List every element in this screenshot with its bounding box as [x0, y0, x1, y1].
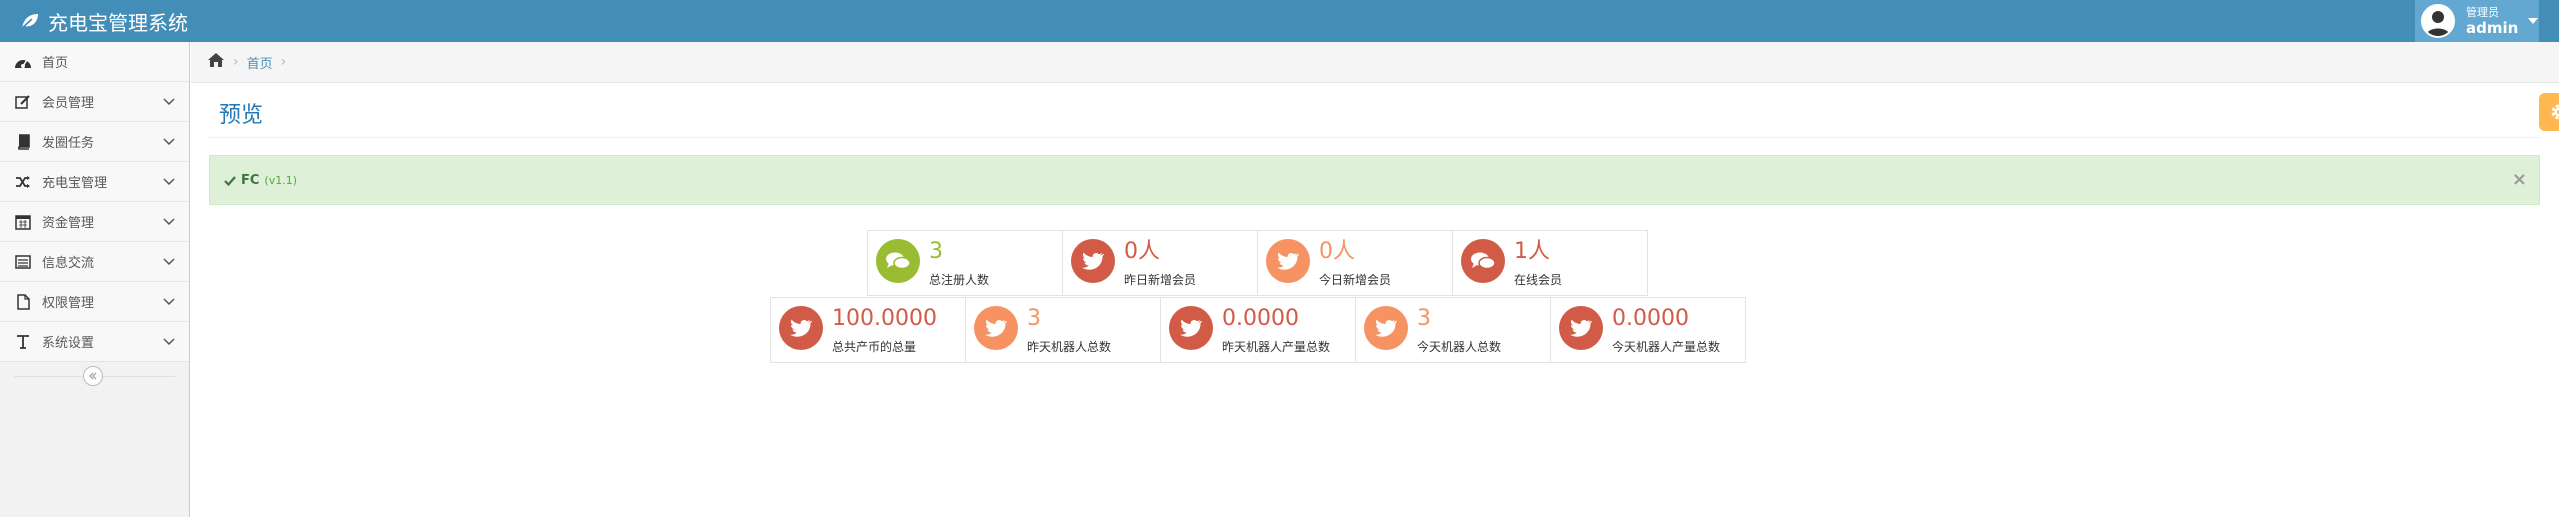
text-icon [12, 334, 34, 350]
sidebar-item-label: 信息交流 [42, 256, 95, 271]
comments-icon [876, 239, 920, 283]
sidebar-item-label: 充电宝管理 [42, 176, 108, 191]
twitter-icon [779, 306, 823, 350]
shuffle-icon [12, 175, 34, 189]
comments-icon [1461, 239, 1505, 283]
sidebar-item-home[interactable]: 首页 [0, 42, 189, 82]
leaf-icon [20, 14, 38, 30]
stat-total-registered: 3 总注册人数 [867, 230, 1063, 296]
stat-value: 3 [1417, 306, 1431, 331]
chevron-down-icon [163, 258, 175, 266]
stat-value: 100.0000 [832, 306, 937, 331]
stat-value: 0.0000 [1612, 306, 1689, 331]
check-icon [224, 175, 236, 186]
alert-text: FC [241, 172, 260, 188]
stat-label: 昨日新增会员 [1124, 273, 1197, 287]
sidebar-item-label: 权限管理 [42, 296, 95, 311]
breadcrumb-home-link[interactable]: 首页 [247, 53, 273, 72]
dashboard-icon [12, 55, 34, 69]
chevron-down-icon [163, 178, 175, 186]
user-menu[interactable]: 管理员 admin [2415, 0, 2539, 42]
twitter-icon [1559, 306, 1603, 350]
sidebar-item-label: 会员管理 [42, 96, 95, 111]
user-role: 管理员 [2466, 5, 2499, 19]
chevron-down-icon [163, 138, 175, 146]
top-navbar: 充电宝管理系统 管理员 admin [0, 0, 2559, 42]
home-icon[interactable] [207, 52, 225, 72]
avatar [2421, 4, 2455, 38]
stat-value: 0人 [1124, 239, 1160, 264]
breadcrumb: › 首页 › [191, 42, 2559, 83]
stat-today-robot-output: 0.0000 今天机器人产量总数 [1550, 297, 1746, 363]
sidebar: 首页 会员管理 发圈任务 充电宝管理 资金管理 信息交流 权限管理 系统设置 [0, 42, 190, 517]
stat-value: 0人 [1319, 239, 1355, 264]
twitter-icon [974, 306, 1018, 350]
ace-settings-button[interactable] [2539, 93, 2559, 131]
stat-label: 今天机器人产量总数 [1612, 340, 1721, 354]
sidebar-collapse-button[interactable] [83, 366, 103, 386]
user-icon [2426, 11, 2450, 36]
twitter-icon [1266, 239, 1310, 283]
sidebar-item-tasks[interactable]: 发圈任务 [0, 122, 189, 162]
sidebar-item-label: 资金管理 [42, 216, 95, 231]
stat-yesterday-new-members: 0人 昨日新增会员 [1062, 230, 1258, 296]
stat-value: 0.0000 [1222, 306, 1299, 331]
gear-icon [2551, 104, 2559, 120]
sidebar-item-funds[interactable]: 资金管理 [0, 202, 189, 242]
stat-label: 昨天机器人产量总数 [1222, 340, 1331, 354]
app-title: 充电宝管理系统 [48, 10, 188, 35]
stat-label: 昨天机器人总数 [1027, 340, 1112, 354]
twitter-icon [1169, 306, 1213, 350]
stat-value: 3 [929, 239, 943, 264]
stat-label: 今天机器人总数 [1417, 340, 1502, 354]
book-icon [12, 133, 34, 150]
sidebar-item-powerbank[interactable]: 充电宝管理 [0, 162, 189, 202]
sidebar-item-settings[interactable]: 系统设置 [0, 322, 189, 362]
caret-down-icon [2528, 18, 2539, 24]
stat-today-new-members: 0人 今日新增会员 [1257, 230, 1453, 296]
sidebar-item-members[interactable]: 会员管理 [0, 82, 189, 122]
edit-icon [12, 94, 34, 110]
version-alert: FC (v1.1) × [209, 155, 2540, 205]
breadcrumb-separator: › [233, 54, 239, 70]
sidebar-item-permissions[interactable]: 权限管理 [0, 282, 189, 322]
list-icon [12, 254, 34, 269]
stat-today-robots: 3 今天机器人总数 [1355, 297, 1551, 363]
double-angle-left-icon [89, 372, 97, 380]
stat-value: 1人 [1514, 239, 1550, 264]
chevron-down-icon [163, 98, 175, 106]
stat-total-coins: 100.0000 总共产币的总量 [770, 297, 966, 363]
breadcrumb-separator: › [280, 54, 287, 70]
stat-label: 今日新增会员 [1319, 273, 1392, 287]
page-header: 预览 [209, 83, 2539, 138]
close-icon[interactable]: × [2512, 169, 2527, 190]
sidebar-collapse-row [0, 362, 189, 390]
calendar-icon [12, 214, 34, 230]
chevron-down-icon [163, 298, 175, 306]
sidebar-item-messages[interactable]: 信息交流 [0, 242, 189, 282]
stat-label: 总注册人数 [929, 273, 990, 287]
brand[interactable]: 充电宝管理系统 [20, 0, 188, 42]
page-title: 预览 [219, 103, 264, 128]
sidebar-item-label: 发圈任务 [42, 136, 95, 151]
stat-yesterday-robots: 3 昨天机器人总数 [965, 297, 1161, 363]
stat-label: 总共产币的总量 [832, 340, 917, 354]
sidebar-item-label: 系统设置 [42, 336, 95, 351]
twitter-icon [1364, 306, 1408, 350]
twitter-icon [1071, 239, 1115, 283]
sidebar-item-label: 首页 [42, 56, 69, 71]
chevron-down-icon [163, 218, 175, 226]
file-icon [12, 293, 34, 310]
chevron-down-icon [163, 338, 175, 346]
stat-yesterday-robot-output: 0.0000 昨天机器人产量总数 [1160, 297, 1356, 363]
user-name: admin [2466, 18, 2519, 37]
stat-value: 3 [1027, 306, 1041, 331]
stat-online-members: 1人 在线会员 [1452, 230, 1648, 296]
alert-version: (v1.1) [264, 173, 298, 187]
stat-label: 在线会员 [1514, 273, 1563, 287]
